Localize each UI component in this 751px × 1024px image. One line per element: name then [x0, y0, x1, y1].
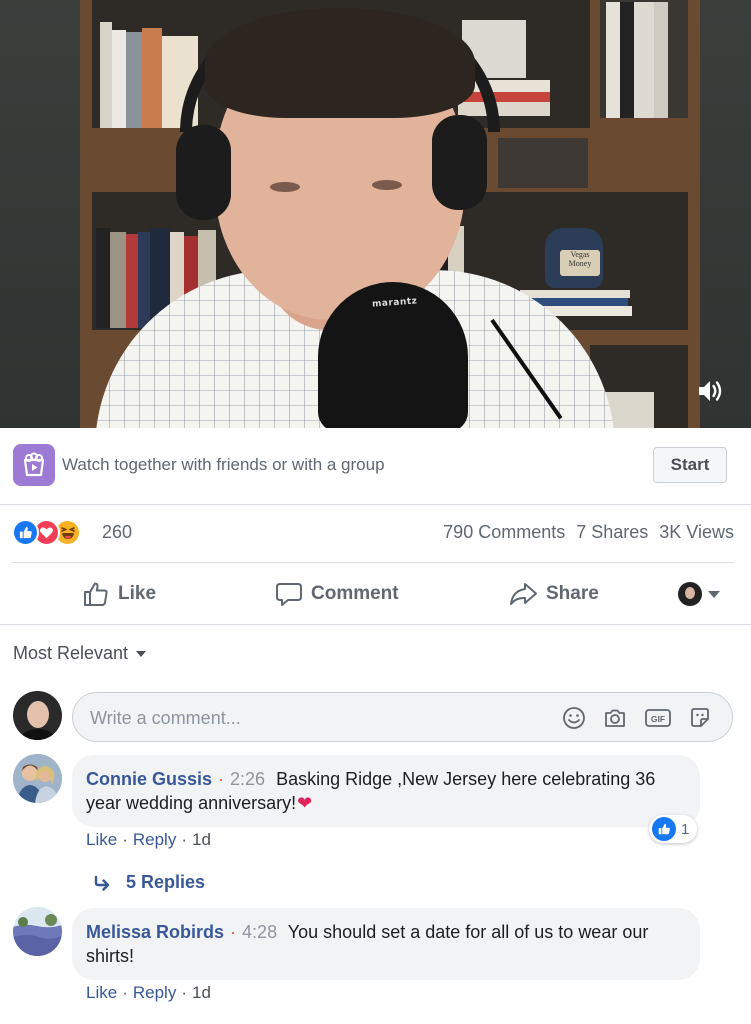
thumbs-up-icon	[84, 582, 108, 606]
divider	[0, 624, 751, 625]
start-watch-party-button[interactable]: Start	[653, 447, 727, 483]
comment-reaction-badge[interactable]: 1	[649, 815, 698, 843]
book-stack	[520, 290, 630, 298]
reaction-summary[interactable]	[12, 517, 81, 547]
book	[620, 2, 634, 118]
book	[606, 2, 620, 118]
share-button-label: Share	[546, 583, 599, 604]
book	[112, 30, 126, 128]
comment-author[interactable]: Melissa Robirds	[86, 922, 224, 942]
person-eye	[270, 182, 300, 192]
svg-text:GIF: GIF	[651, 714, 665, 724]
reaction-count[interactable]: 260	[102, 522, 132, 543]
separator-dot: ·	[181, 983, 187, 1002]
book	[100, 22, 112, 128]
gif-icon[interactable]: GIF	[644, 706, 672, 730]
like-button[interactable]: Like	[82, 576, 156, 612]
book	[126, 32, 142, 128]
share-button[interactable]: Share	[509, 576, 599, 612]
share-arrow-icon	[510, 583, 537, 605]
comment-button[interactable]: Comment	[275, 576, 399, 612]
heart-emoji: ❤	[297, 793, 313, 813]
sticker-icon[interactable]	[688, 706, 712, 730]
like-reaction-icon	[652, 817, 676, 841]
comment-button-label: Comment	[311, 583, 399, 604]
comment-like-link[interactable]: Like	[86, 983, 117, 1003]
comment-sort-dropdown[interactable]: Most Relevant	[13, 643, 147, 664]
person-eye	[372, 180, 402, 190]
watch-together-text: Watch together with friends or with a gr…	[62, 455, 385, 474]
comment-reply-link[interactable]: Reply	[133, 830, 176, 850]
comment-bubble: Melissa Robirds · 4:28 You should set a da…	[72, 908, 700, 980]
book	[126, 234, 138, 328]
video-timestamp-link[interactable]: 2:26	[230, 769, 265, 789]
separator-dot: ·	[122, 983, 128, 1002]
timestamp-dot: ·	[218, 769, 225, 789]
divider	[12, 562, 734, 563]
current-user-avatar[interactable]	[13, 691, 62, 740]
video-player[interactable]: Vegas Money marantz	[0, 0, 751, 428]
comment-age[interactable]: 1d	[192, 830, 211, 850]
replies-count-label: 5 Replies	[126, 872, 206, 892]
chevron-down-icon	[136, 650, 147, 657]
view-replies-link[interactable]: 5 Replies	[94, 872, 205, 893]
watch-party-icon	[13, 444, 55, 486]
emoji-icon[interactable]	[562, 706, 586, 730]
comment-reply-link[interactable]: Reply	[133, 983, 176, 1003]
comment-actions: Like · Reply · 1d	[86, 983, 211, 1003]
like-button-label: Like	[118, 583, 157, 604]
commenter-avatar[interactable]	[13, 907, 62, 956]
person-hair	[205, 8, 475, 118]
shares-count-link[interactable]: 7 Shares	[576, 522, 648, 543]
camera-icon[interactable]	[603, 706, 627, 730]
like-reaction-icon	[12, 518, 39, 546]
avatar	[678, 582, 702, 606]
comment-age[interactable]: 1d	[192, 983, 211, 1003]
book	[634, 2, 654, 118]
commenter-avatar[interactable]	[13, 754, 62, 803]
comments-count-link[interactable]: 790 Comments	[443, 522, 565, 543]
headphone-left	[176, 125, 231, 220]
book	[110, 232, 126, 328]
comment-as-selector[interactable]	[678, 582, 720, 606]
comment-composer[interactable]: GIF	[72, 692, 733, 742]
book	[654, 2, 668, 118]
headphone-right	[432, 115, 487, 210]
views-count: 3K Views	[659, 522, 734, 542]
comment-like-link[interactable]: Like	[86, 830, 117, 850]
video-timestamp-link[interactable]: 4:28	[242, 922, 277, 942]
comment-input[interactable]	[90, 705, 540, 731]
book	[138, 232, 150, 328]
sort-label: Most Relevant	[13, 643, 129, 663]
comment-actions: Like · Reply · 1d	[86, 830, 211, 850]
comment-bubble: Connie Gussis · 2:26 Basking Ridge ,New Je…	[72, 755, 700, 827]
speaker-volume-icon[interactable]	[695, 376, 725, 406]
separator-dot: ·	[122, 830, 128, 849]
book	[96, 228, 110, 328]
reply-arrow-icon	[94, 875, 110, 891]
chevron-down-icon	[708, 590, 720, 598]
separator-dot: ·	[181, 830, 187, 849]
shelf-middle-right	[498, 138, 588, 188]
book	[142, 28, 162, 128]
jar-label: Vegas Money	[560, 250, 600, 276]
comment-bubble-icon	[276, 583, 302, 606]
divider	[0, 504, 751, 505]
engagement-stats: 790 Comments 7 Shares 3K Views	[443, 522, 734, 543]
timestamp-dot: ·	[230, 922, 237, 942]
comment-reaction-count: 1	[681, 820, 690, 838]
comment-author[interactable]: Connie Gussis	[86, 769, 212, 789]
